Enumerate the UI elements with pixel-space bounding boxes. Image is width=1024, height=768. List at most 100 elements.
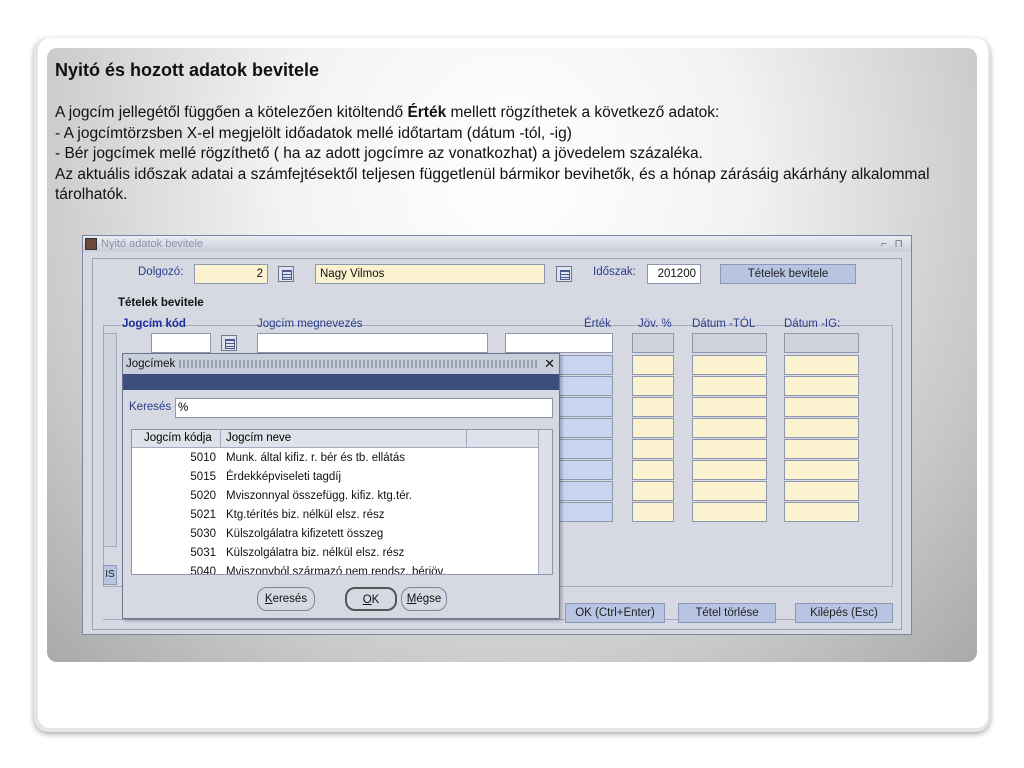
list-header-name[interactable]: Jogcím neve <box>226 432 291 444</box>
list-item[interactable]: 5040 Mviszonyból származó nem rendsz. bér… <box>132 564 540 575</box>
window-title-bar: Nyitó adatok bevitele ⌐ ⊓ <box>83 236 911 252</box>
list-item-code: 5015 <box>190 471 216 483</box>
dialog-ok-button[interactable]: OK <box>345 587 397 611</box>
row9-ig-field[interactable] <box>784 502 859 522</box>
list-scrollbar[interactable] <box>538 430 552 574</box>
dialog-title: Jogcímek <box>126 358 176 370</box>
row4-ig-field[interactable] <box>784 397 859 417</box>
col-header-jov: Jöv. % <box>638 318 672 330</box>
body-line-4: Az aktuális időszak adatai a számfejtése… <box>55 165 930 204</box>
list-item[interactable]: 5031 Külszolgálatra biz. nélkül elsz. rés… <box>132 545 540 564</box>
row3-jov-field[interactable] <box>632 376 674 396</box>
dialog-search-button[interactable]: Keresés <box>257 587 315 611</box>
col-header-megnevezes: Jogcím megnevezés <box>257 318 363 330</box>
slide-body: A jogcím jellegétől függően a kötelezően… <box>55 103 975 206</box>
name-lov-icon[interactable] <box>556 266 572 282</box>
row8-ig-field[interactable] <box>784 481 859 501</box>
jogcimek-dialog: Jogcímek ✕ Keresés % Jogcím kódja Jogcím… <box>122 353 560 619</box>
row3-ig-field[interactable] <box>784 376 859 396</box>
list-item-code: 5020 <box>190 490 216 502</box>
row1-tol-field[interactable] <box>692 333 767 353</box>
dialog-title-bar: Jogcímek ✕ <box>123 354 559 374</box>
search-label: Keresés <box>129 401 172 413</box>
window-controls-icon[interactable]: ⌐ ⊓ <box>881 236 905 252</box>
dolgozo-label: Dolgozó: <box>138 266 184 278</box>
row1-kod-field[interactable] <box>151 333 211 353</box>
list-item[interactable]: 5021 Ktg.térítés biz. nélkül elsz. rész <box>132 507 540 526</box>
row9-jov-field[interactable] <box>632 502 674 522</box>
close-icon[interactable]: ✕ <box>544 354 555 374</box>
list-item[interactable]: 5020 Mviszonnyal összefügg. kifiz. ktg.té… <box>132 488 540 507</box>
list-item-name: Mviszonnyal összefügg. kifiz. ktg.tér. <box>226 490 412 502</box>
dialog-band <box>123 374 559 390</box>
list-item-code: 5030 <box>190 528 216 540</box>
row4-jov-field[interactable] <box>632 397 674 417</box>
row2-ig-field[interactable] <box>784 355 859 375</box>
list-item[interactable]: 5015 Érdekképviseleti tagdíj <box>132 469 540 488</box>
row6-jov-field[interactable] <box>632 439 674 459</box>
list-item[interactable]: 5010 Munk. által kifiz. r. bér és tb. ell… <box>132 450 540 469</box>
body-line-1: A jogcím jellegétől függően a kötelezően… <box>55 104 720 121</box>
dolgozo-name-field[interactable]: Nagy Vilmos <box>315 264 545 284</box>
window-title: Nyitó adatok bevitele <box>101 238 204 250</box>
col-header-kod: Jogcím kód <box>122 318 186 330</box>
list-item-name: Külszolgálatra biz. nélkül elsz. rész <box>226 547 405 559</box>
ok-button[interactable]: OK (Ctrl+Enter) <box>565 603 665 623</box>
row1-jov-field[interactable] <box>632 333 674 353</box>
list-item-name: Mviszonyból származó nem rendsz. bérjöv. <box>226 566 446 575</box>
body-line-2: - A jogcímtörzsben X-el megjelölt időada… <box>55 124 572 142</box>
app-icon <box>85 238 97 250</box>
row4-tol-field[interactable] <box>692 397 767 417</box>
tetelek-bevitele-button[interactable]: Tételek bevitele <box>720 264 856 284</box>
row1-ertek-field[interactable] <box>505 333 613 353</box>
row6-tol-field[interactable] <box>692 439 767 459</box>
row9-tol-field[interactable] <box>692 502 767 522</box>
slide-title: Nyitó és hozott adatok bevitele <box>55 60 320 80</box>
list-item-name: Külszolgálatra kifizetett összeg <box>226 528 384 540</box>
row1-megnevezes-field[interactable] <box>257 333 488 353</box>
row5-jov-field[interactable] <box>632 418 674 438</box>
row2-tol-field[interactable] <box>692 355 767 375</box>
title-grip <box>179 360 539 368</box>
row5-tol-field[interactable] <box>692 418 767 438</box>
row7-tol-field[interactable] <box>692 460 767 480</box>
list-item-code: 5040 <box>190 566 216 575</box>
row2-jov-field[interactable] <box>632 355 674 375</box>
list-item-name: Ktg.térítés biz. nélkül elsz. rész <box>226 509 385 521</box>
row6-ig-field[interactable] <box>784 439 859 459</box>
list-item-name: Munk. által kifiz. r. bér és tb. ellátás <box>226 452 405 464</box>
col-header-ig: Dátum -IG: <box>784 318 841 330</box>
row7-jov-field[interactable] <box>632 460 674 480</box>
row3-tol-field[interactable] <box>692 376 767 396</box>
col-header-ertek: Érték <box>584 318 611 330</box>
row1-lov-icon[interactable] <box>221 335 237 351</box>
side-tab[interactable]: IS <box>103 565 117 585</box>
col-header-tol: Dátum -TÓL <box>692 318 756 330</box>
row1-ig-field[interactable] <box>784 333 859 353</box>
idoszak-field[interactable]: 201200 <box>647 264 701 284</box>
list-item-code: 5021 <box>190 509 216 521</box>
tetel-torlese-button[interactable]: Tétel törlése <box>678 603 776 623</box>
row5-ig-field[interactable] <box>784 418 859 438</box>
body-line-3: - Bér jogcímek mellé rögzíthető ( ha az … <box>55 145 703 162</box>
header-divider <box>220 430 221 448</box>
list-item-code: 5010 <box>190 452 216 464</box>
dialog-cancel-button[interactable]: Mégse <box>401 587 447 611</box>
list-item[interactable]: 5030 Külszolgálatra kifizetett összeg <box>132 526 540 545</box>
list-header-code[interactable]: Jogcím kódja <box>144 432 212 444</box>
row8-tol-field[interactable] <box>692 481 767 501</box>
jogcim-list: Jogcím kódja Jogcím neve 5010 Munk. által… <box>131 429 553 575</box>
button-bar <box>103 619 893 659</box>
list-item-code: 5031 <box>190 547 216 559</box>
row8-jov-field[interactable] <box>632 481 674 501</box>
items-scrollbar[interactable] <box>103 333 117 547</box>
dolgozo-id-field[interactable]: 2 <box>194 264 268 284</box>
section-title: Tételek bevitele <box>118 297 204 309</box>
list-item-name: Érdekképviseleti tagdíj <box>226 471 342 483</box>
header-divider-2 <box>466 430 467 448</box>
dolgozo-lov-icon[interactable] <box>278 266 294 282</box>
idoszak-label: Időszak: <box>593 266 636 278</box>
search-input[interactable]: % <box>175 398 553 418</box>
kilepes-button[interactable]: Kilépés (Esc) <box>795 603 893 623</box>
row7-ig-field[interactable] <box>784 460 859 480</box>
